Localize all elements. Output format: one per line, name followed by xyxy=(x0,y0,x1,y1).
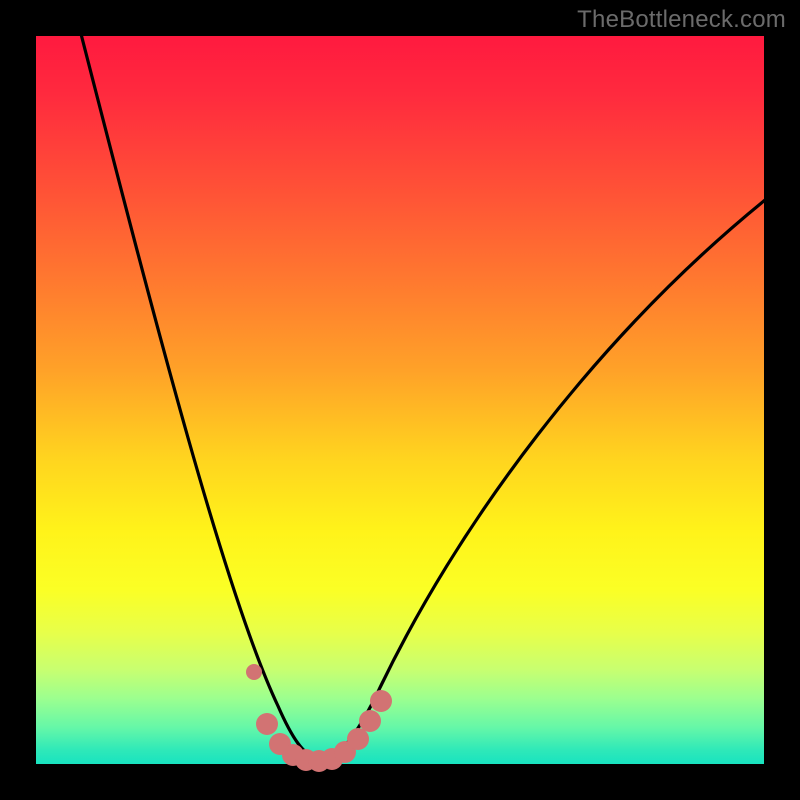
marker-dot xyxy=(370,690,392,712)
curve-layer xyxy=(36,36,764,764)
marker-dot xyxy=(359,710,381,732)
chart-frame: TheBottleneck.com xyxy=(0,0,800,800)
marker-dot xyxy=(246,664,262,680)
marker-dot xyxy=(256,713,278,735)
plot-area xyxy=(36,36,764,764)
marker-dot xyxy=(347,728,369,750)
watermark-text: TheBottleneck.com xyxy=(577,6,786,34)
bottleneck-curve xyxy=(80,30,770,759)
